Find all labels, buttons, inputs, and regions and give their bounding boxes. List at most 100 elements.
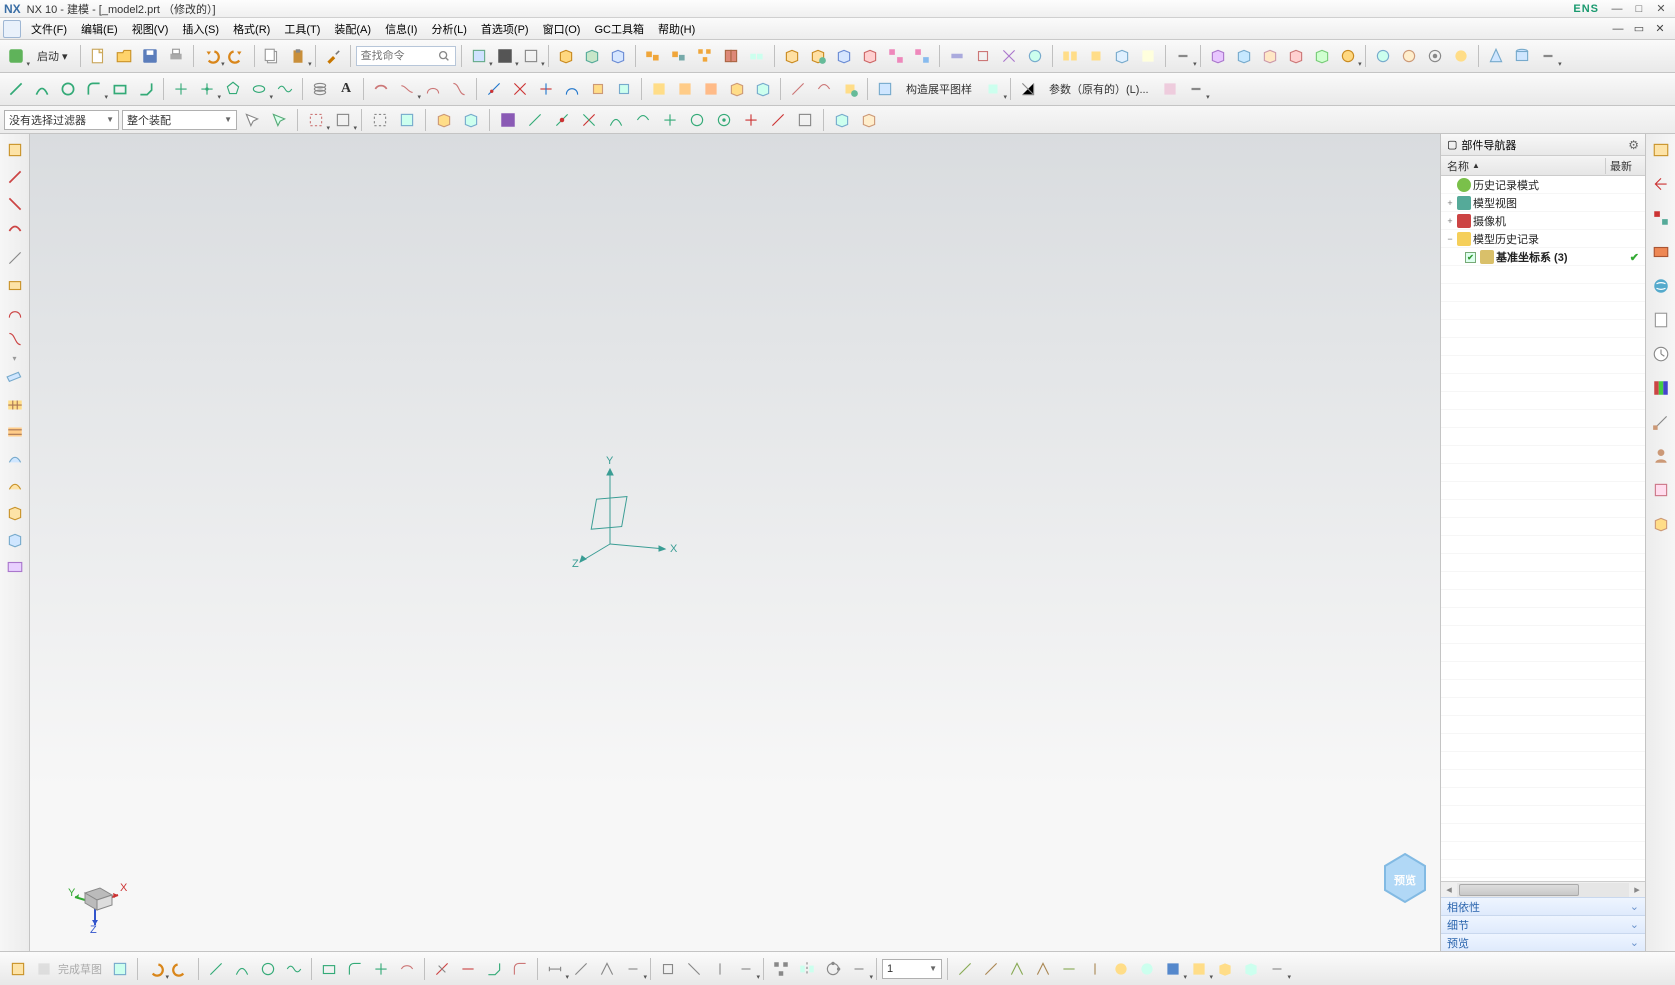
wave2-icon[interactable] [806, 44, 830, 68]
xform3-icon[interactable] [838, 77, 862, 101]
flat-pattern-icon[interactable] [873, 77, 897, 101]
point2-icon[interactable] [195, 77, 219, 101]
sb-v3-icon[interactable] [1005, 957, 1029, 981]
shell1-icon[interactable] [1371, 44, 1395, 68]
sb-extend-icon[interactable] [456, 957, 480, 981]
assy5-icon[interactable] [745, 44, 769, 68]
prim-more-icon[interactable] [1536, 44, 1560, 68]
flat-pattern-drop-icon[interactable] [981, 77, 1005, 101]
menu-window[interactable]: 窗口(O) [536, 18, 588, 40]
sel3-icon[interactable] [304, 108, 328, 132]
background-icon[interactable] [519, 44, 543, 68]
lv-rect-icon[interactable] [3, 273, 27, 297]
param2-icon[interactable] [1158, 77, 1182, 101]
tree-model-views[interactable]: + 模型视图 [1441, 194, 1645, 212]
sb-v1-icon[interactable] [953, 957, 977, 981]
menu-help[interactable]: 帮助(H) [651, 18, 702, 40]
snap-perp-icon[interactable] [793, 108, 817, 132]
menu-tools[interactable]: 工具(T) [277, 18, 327, 40]
sb-point-icon[interactable] [369, 957, 393, 981]
app-menu-icon[interactable] [3, 20, 21, 38]
sb-v2-icon[interactable] [979, 957, 1003, 981]
section-detail[interactable]: 细节⌄ [1441, 915, 1645, 933]
rb-info-icon[interactable] [1649, 512, 1673, 536]
curve2-icon[interactable] [508, 77, 532, 101]
sel6-icon[interactable] [395, 108, 419, 132]
snap-ctr-icon[interactable] [577, 108, 601, 132]
snap-int-icon[interactable] [604, 108, 628, 132]
sb-dim-more-icon[interactable] [621, 957, 645, 981]
tree-history-mode[interactable]: 历史记录模式 [1441, 176, 1645, 194]
lv-curve1-icon[interactable] [3, 165, 27, 189]
sb-rect-icon[interactable] [317, 957, 341, 981]
snap-curve-icon[interactable] [631, 108, 655, 132]
bool4-icon[interactable] [1284, 44, 1308, 68]
constraint3-icon[interactable] [997, 44, 1021, 68]
minimize-button[interactable]: — [1607, 2, 1627, 16]
param-more-icon[interactable] [1184, 77, 1208, 101]
snap-end-icon[interactable] [523, 108, 547, 132]
menu-gctools[interactable]: GC工具箱 [587, 18, 651, 40]
sb-v8-icon[interactable] [1135, 957, 1159, 981]
box1-icon[interactable] [554, 44, 578, 68]
sb-line-icon[interactable] [204, 957, 228, 981]
checkbox-icon[interactable]: ✔ [1465, 252, 1476, 263]
sheet4-icon[interactable] [725, 77, 749, 101]
cylinder-icon[interactable] [1510, 44, 1534, 68]
lv-thick-icon[interactable] [3, 555, 27, 579]
menu-format[interactable]: 格式(R) [226, 18, 277, 40]
sb-v6-icon[interactable] [1083, 957, 1107, 981]
sheet5-icon[interactable] [751, 77, 775, 101]
sb-dim3-icon[interactable] [595, 957, 619, 981]
rb-measure-icon[interactable] [1649, 410, 1673, 434]
rb-color-icon[interactable] [1649, 376, 1673, 400]
intersect-icon[interactable] [1258, 44, 1282, 68]
sb-v11-icon[interactable] [1213, 957, 1237, 981]
wave5-icon[interactable] [884, 44, 908, 68]
bool5-icon[interactable] [1310, 44, 1334, 68]
unite-icon[interactable] [1206, 44, 1230, 68]
exp1-icon[interactable] [1058, 44, 1082, 68]
snap-x-icon[interactable] [739, 108, 763, 132]
sb-v10-icon[interactable] [1187, 957, 1211, 981]
navigator-settings-icon[interactable]: ⚙ [1628, 138, 1639, 152]
brush-icon[interactable] [321, 44, 345, 68]
sketch1-icon[interactable] [369, 77, 393, 101]
ellipse-icon[interactable] [247, 77, 271, 101]
exp4-icon[interactable] [1136, 44, 1160, 68]
shell4-icon[interactable] [1449, 44, 1473, 68]
sb-v9-icon[interactable] [1161, 957, 1185, 981]
sheet3-icon[interactable] [699, 77, 723, 101]
sb-fillet2-icon[interactable] [508, 957, 532, 981]
navigator-tree[interactable]: 历史记录模式 + 模型视图 +✔ 摄像机 − 模型历史记录 ✔ 基准坐标系 (3… [1441, 176, 1645, 881]
rb-nav-icon[interactable] [1649, 138, 1673, 162]
point-icon[interactable] [169, 77, 193, 101]
doc-close-button[interactable]: ✕ [1651, 22, 1669, 36]
rb-clock-icon[interactable] [1649, 342, 1673, 366]
open-icon[interactable] [112, 44, 136, 68]
lv-surf1-icon[interactable] [3, 447, 27, 471]
curve4-icon[interactable] [560, 77, 584, 101]
tree-history[interactable]: − 模型历史记录 [1441, 230, 1645, 248]
cone-icon[interactable] [1484, 44, 1508, 68]
wave4-icon[interactable] [858, 44, 882, 68]
sb-con-more-icon[interactable] [734, 957, 758, 981]
snap2-icon[interactable] [459, 108, 483, 132]
graphics-window[interactable]: X Y Z X Y Z 预览 [30, 134, 1440, 951]
assy2-icon[interactable] [667, 44, 691, 68]
constraint4-icon[interactable] [1023, 44, 1047, 68]
sb-v12-icon[interactable] [1239, 957, 1263, 981]
box3-icon[interactable] [606, 44, 630, 68]
lv-grid-icon[interactable] [3, 393, 27, 417]
circle-icon[interactable] [56, 77, 80, 101]
bool6-icon[interactable] [1336, 44, 1360, 68]
wave6-icon[interactable] [910, 44, 934, 68]
sb-slot-icon[interactable] [343, 957, 367, 981]
sb-corner-icon[interactable] [482, 957, 506, 981]
navigator-hscroll[interactable]: ◂▸ [1441, 881, 1645, 897]
snap-toggle-icon[interactable] [496, 108, 520, 132]
rect-icon[interactable] [108, 77, 132, 101]
view-orient-icon[interactable] [467, 44, 491, 68]
lv-curve3-icon[interactable] [3, 219, 27, 243]
lv-curve4-icon[interactable] [3, 300, 27, 324]
